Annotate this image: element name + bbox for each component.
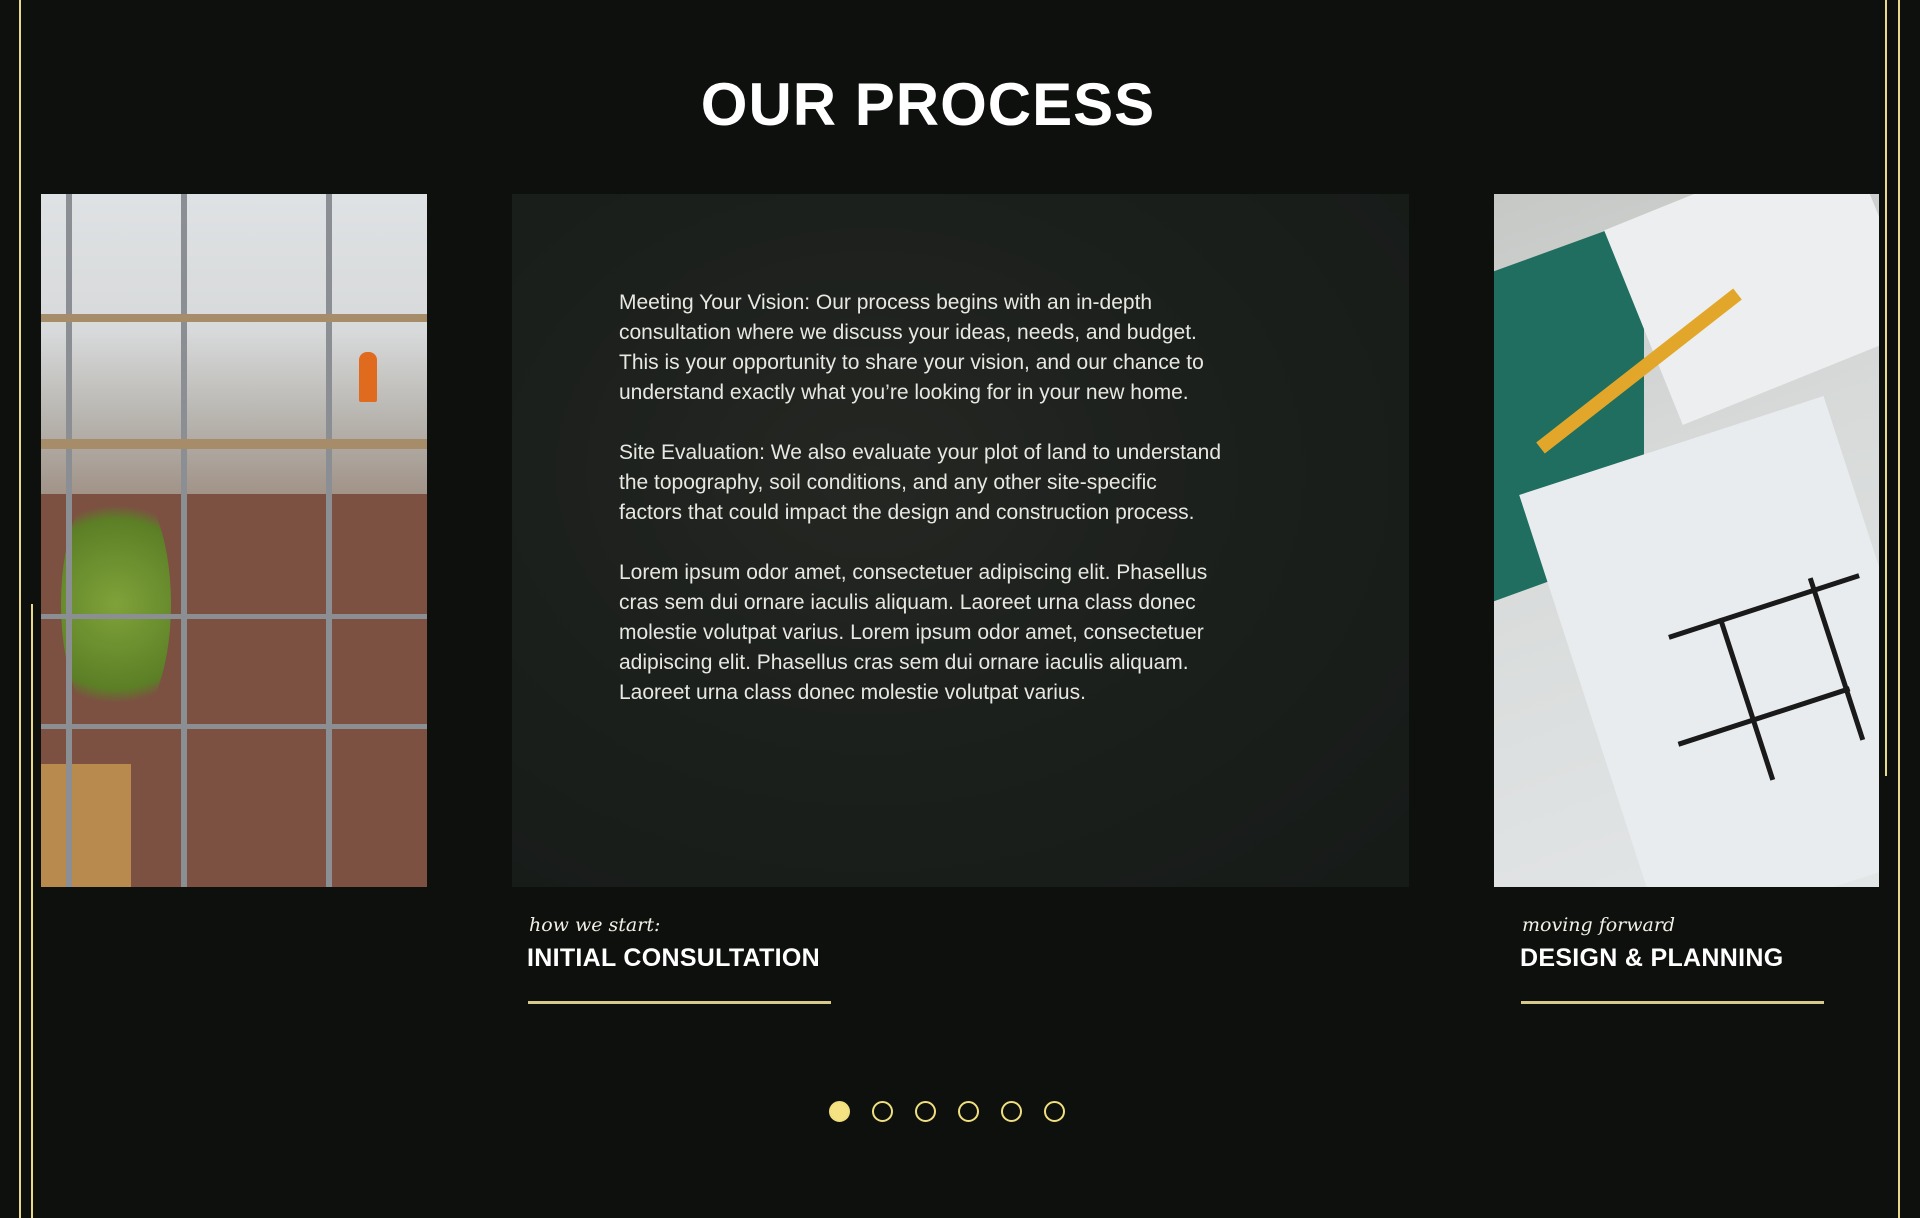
frame-line-left-outer	[19, 0, 21, 1218]
tree-foliage	[61, 474, 171, 734]
pagination-dot-1[interactable]	[829, 1101, 850, 1122]
slide-paragraph: Lorem ipsum odor amet, consectetuer adip…	[619, 561, 1208, 704]
current-slide-heading: INITIAL CONSULTATION	[527, 944, 821, 972]
carousel-pagination	[829, 1101, 1065, 1122]
scaffold-bar	[41, 614, 427, 619]
pagination-dot-4[interactable]	[958, 1101, 979, 1122]
scaffold-plank	[41, 439, 427, 449]
scaffold-pole	[66, 194, 72, 887]
next-slide-rule	[1521, 1001, 1824, 1004]
frame-line-right-inner	[1885, 0, 1887, 776]
floor-plan-photo[interactable]	[1494, 194, 1879, 887]
scaffold-plank	[41, 314, 427, 322]
pagination-dot-3[interactable]	[915, 1101, 936, 1122]
next-slide-subtitle: moving forward	[1522, 914, 1676, 936]
pagination-dot-6[interactable]	[1044, 1101, 1065, 1122]
slide-paragraph: Meeting Your Vision: Our process begins …	[619, 291, 1204, 404]
current-slide-rule	[528, 1001, 831, 1004]
section-title: OUR PROCESS	[700, 71, 1156, 138]
current-slide-subtitle: how we start:	[529, 914, 661, 936]
consultation-slide: Meeting Your Vision: Our process begins …	[512, 194, 1409, 887]
scaffold-pole	[181, 194, 187, 887]
slide-body: Meeting Your Vision: Our process begins …	[619, 288, 1224, 738]
worker-figure	[359, 352, 377, 402]
fence-panel	[41, 764, 131, 887]
frame-line-left-inner	[31, 604, 33, 1218]
scaffold-pole	[326, 194, 332, 887]
frame-line-right-outer	[1898, 0, 1900, 1218]
next-slide-heading[interactable]: DESIGN & PLANNING	[1520, 944, 1783, 973]
scaffolding-photo[interactable]	[41, 194, 427, 887]
slide-paragraph: Site Evaluation: We also evaluate your p…	[619, 441, 1221, 524]
scaffold-bar	[41, 724, 427, 729]
pagination-dot-5[interactable]	[1001, 1101, 1022, 1122]
paper-sheet-top	[1604, 194, 1879, 426]
pagination-dot-2[interactable]	[872, 1101, 893, 1122]
